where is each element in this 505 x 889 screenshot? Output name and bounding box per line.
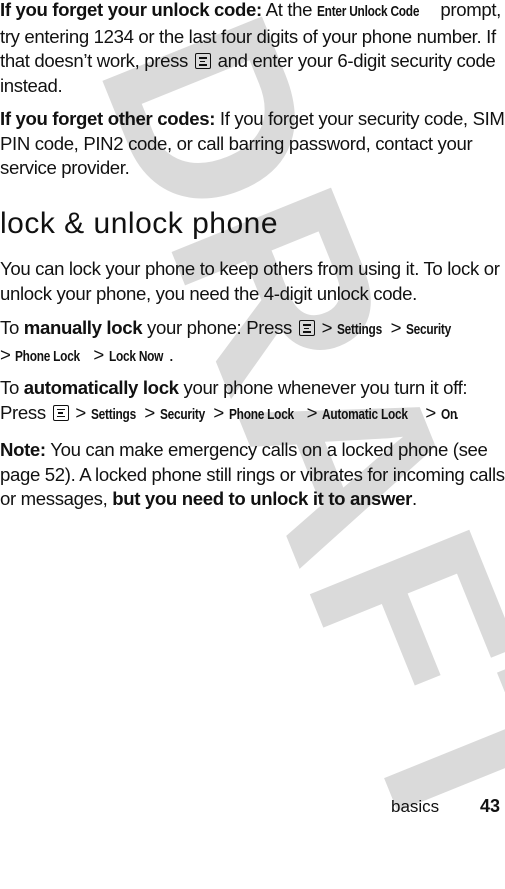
footer-section-name: basics: [391, 797, 440, 816]
emphasis: automatically lock: [23, 377, 179, 398]
text: To: [0, 317, 24, 338]
separator: >: [0, 343, 16, 365]
ui-label-enter-unlock-code: Enter Unlock Code: [316, 4, 420, 20]
ui-label-on: On: [440, 406, 457, 423]
separator: >: [301, 401, 322, 423]
manual-lock-paragraph: To manually lock your phone: Press > Set…: [0, 316, 505, 369]
ui-label-security: Security: [405, 322, 451, 338]
text: To: [0, 377, 24, 398]
separator: >: [70, 401, 91, 423]
automatic-lock-paragraph: To automatically lock your phone wheneve…: [0, 376, 505, 427]
forget-unlock-code-paragraph: If you forget your unlock code: At the E…: [0, 0, 505, 98]
text: .: [411, 488, 417, 509]
separator: >: [385, 317, 406, 338]
emphasis: manually lock: [23, 317, 143, 338]
paragraph-lead: If you forget other codes:: [0, 108, 216, 129]
text: your phone: Press: [142, 317, 297, 338]
ui-label-automatic-lock: Automatic Lock: [322, 406, 408, 423]
menu-key-icon: [194, 53, 211, 69]
separator: >: [316, 317, 337, 338]
ui-label-phone-lock: Phone Lock: [15, 348, 81, 365]
ui-label-settings: Settings: [90, 406, 136, 423]
page-number: 43: [480, 796, 501, 816]
lock-intro-paragraph: You can lock your phone to keep others f…: [0, 258, 500, 304]
ui-label-settings: Settings: [336, 322, 382, 338]
separator: >: [420, 401, 441, 423]
section-heading: lock & unlock phone: [0, 207, 279, 240]
emphasis: but you need to unlock it to answer: [112, 488, 412, 509]
note-label: Note:: [0, 439, 46, 460]
note-paragraph: Note: You can make emergency calls on a …: [0, 438, 505, 512]
text: .: [168, 343, 174, 365]
menu-key-icon: [52, 404, 69, 421]
ui-label-lock-now: Lock Now: [108, 348, 163, 365]
paragraph-lead: If you forget your unlock code:: [0, 0, 262, 20]
forget-other-codes-paragraph: If you forget other codes: If you forget…: [0, 107, 505, 181]
text: At the: [261, 0, 317, 20]
ui-label-phone-lock: Phone Lock: [228, 406, 294, 423]
separator: >: [208, 401, 229, 423]
ui-label-security: Security: [159, 406, 205, 423]
separator: >: [139, 401, 160, 423]
separator: >: [88, 343, 109, 365]
menu-key-icon: [298, 320, 315, 336]
